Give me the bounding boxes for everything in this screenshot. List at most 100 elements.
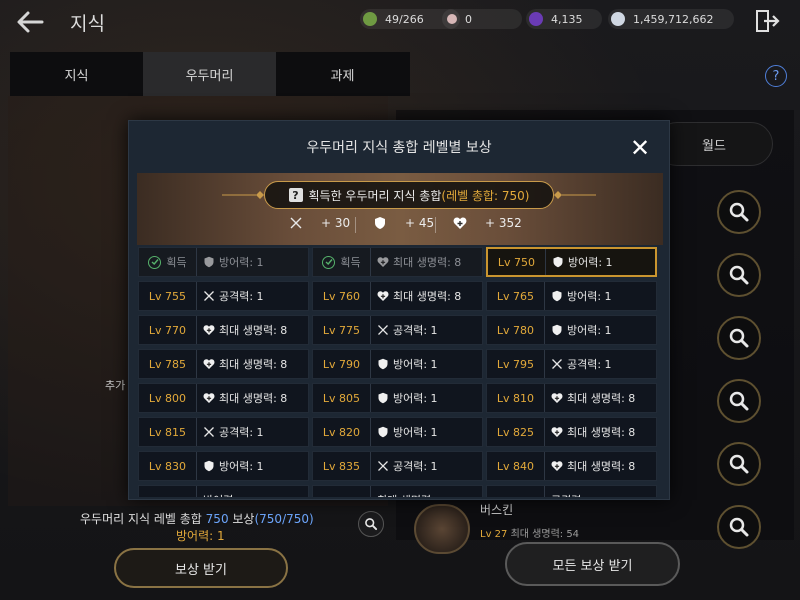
reward-cell[interactable]: Lv 840 최대 생명력: 8 <box>486 451 657 481</box>
reward-cell[interactable]: Lv 835 공격력: 1 <box>312 451 483 481</box>
reward-stat: 방어력: 1 <box>197 254 264 270</box>
reward-stat: 최대 생명력: 8 <box>545 390 635 406</box>
reward-cell[interactable]: Lv 775 공격력: 1 <box>312 315 483 345</box>
boss-search-button-1[interactable] <box>717 190 761 234</box>
summary-banner: ? 획득한 우두머리 지식 총합 (레벨 총합: 750) + 30 + 45 … <box>137 173 663 245</box>
boss-search-button-6[interactable] <box>717 505 761 549</box>
reward-stat-text: 최대 생명력: 8 <box>219 358 288 371</box>
reward-stat-text: 최대 생명력: 8 <box>567 460 636 473</box>
boss-search-button-4[interactable] <box>717 379 761 423</box>
total-reward-search-button[interactable] <box>358 511 384 537</box>
reward-stat: 공격력: 1 <box>197 424 264 440</box>
claim-all-rewards-button[interactable]: 모든 보상 받기 <box>505 542 680 586</box>
summary-attack-value: + 30 <box>321 216 351 230</box>
reward-cell[interactable]: Lv 815 공격력: 1 <box>138 417 309 447</box>
reward-stat: 최대 생명력: 8 <box>197 390 287 406</box>
currency-3-icon <box>529 12 543 26</box>
search-icon <box>729 202 749 222</box>
reward-cell[interactable]: Lv 810 최대 생명력: 8 <box>486 383 657 413</box>
reward-stat: 공격력: 1 <box>545 356 612 372</box>
search-icon <box>729 517 749 537</box>
reward-level <box>487 486 545 497</box>
reward-cell[interactable]: Lv 770 최대 생명력: 8 <box>138 315 309 345</box>
tab-boss[interactable]: 우두머리 <box>143 52 276 96</box>
help-button[interactable]: ? <box>765 65 787 87</box>
sword-icon <box>289 216 303 230</box>
reward-level-text: Lv 775 <box>322 323 361 337</box>
reward-stat-text: 방어력: 1 <box>219 460 264 473</box>
reward-level: Lv 810 <box>487 384 545 412</box>
boss-search-button-3[interactable] <box>717 316 761 360</box>
reward-stat: 공격력: 1 <box>371 458 438 474</box>
reward-cell[interactable]: Lv 785 최대 생명력: 8 <box>138 349 309 379</box>
sword-icon <box>551 358 563 370</box>
reward-level: Lv 800 <box>139 384 197 412</box>
reward-cell[interactable]: Lv 790 방어력: 1 <box>312 349 483 379</box>
exit-icon[interactable] <box>754 8 780 34</box>
boss-stat: 최대 생명력: 54 <box>510 529 580 540</box>
shield-icon <box>551 290 563 302</box>
claim-reward-button[interactable]: 보상 받기 <box>114 548 288 588</box>
reward-stat-text: 최대 생명력: 8 <box>393 290 462 303</box>
close-icon[interactable]: ✕ <box>627 135 653 161</box>
tab-tasks[interactable]: 과제 <box>276 52 409 96</box>
boss-search-button-2[interactable] <box>717 253 761 297</box>
sword-icon <box>203 426 215 438</box>
reward-level-text: Lv 760 <box>322 289 361 303</box>
reward-stat: 공격력: 1 <box>371 322 438 338</box>
reward-stat: 최대 생명력: 8 <box>545 458 635 474</box>
reward-cell[interactable]: Lv 795 공격력: 1 <box>486 349 657 379</box>
reward-stat: 방어력: 1 <box>546 254 613 270</box>
reward-level: Lv 775 <box>313 316 371 344</box>
boss-level: Lv 27 <box>480 529 508 540</box>
reward-cell[interactable]: Lv 755 공격력: 1 <box>138 281 309 311</box>
reward-cell[interactable]: 획득 최대 생명력: 8 <box>312 247 483 277</box>
shield-icon <box>373 216 387 230</box>
top-bar: 지식 49/266 0 4,135 1,459,712,662 <box>0 0 800 44</box>
reward-cell[interactable]: Lv 750 방어력: 1 <box>486 247 657 277</box>
reward-stat-text: 최대 생명력: 8 <box>219 392 288 405</box>
summary-hp-value: + 352 <box>485 216 522 230</box>
reward-stat: 최대 생명력: 8 <box>197 322 287 338</box>
reward-cell[interactable]: Lv 805 방어력: 1 <box>312 383 483 413</box>
reward-cell[interactable]: Lv 780 방어력: 1 <box>486 315 657 345</box>
total-level-count: (750/750) <box>254 512 314 526</box>
reward-cell[interactable]: 최대 생명력 <box>312 485 483 497</box>
page-title: 지식 <box>70 13 105 35</box>
heart-icon <box>551 392 563 404</box>
currency-4-badge: 1,459,712,662 <box>608 9 734 29</box>
reward-cell[interactable]: 획득 방어력: 1 <box>138 247 309 277</box>
reward-stat-text: 방어력 <box>203 492 233 497</box>
checkmark-icon <box>148 255 162 269</box>
total-reward-stat: 방어력: 1 <box>176 529 225 543</box>
reward-level-text: Lv 765 <box>496 289 535 303</box>
reward-cell[interactable]: Lv 800 최대 생명력: 8 <box>138 383 309 413</box>
reward-cell[interactable]: 방어력 <box>138 485 309 497</box>
reward-stat-text: 공격력: 1 <box>219 290 264 303</box>
reward-grid: 획득 방어력: 1 획득 최대 생명력: 8 Lv 750 방어력: 1 Lv 755 공격력… <box>138 247 662 497</box>
shield-icon <box>203 256 215 268</box>
heart-icon <box>203 358 215 370</box>
reward-cell[interactable]: Lv 765 방어력: 1 <box>486 281 657 311</box>
reward-cell[interactable]: Lv 830 방어력: 1 <box>138 451 309 481</box>
shield-icon <box>377 392 389 404</box>
boss-search-button-5[interactable] <box>717 442 761 486</box>
back-arrow-icon[interactable] <box>14 6 46 38</box>
summary-defense-value: + 45 <box>405 216 435 230</box>
shield-icon <box>377 426 389 438</box>
currency-3-badge: 4,135 <box>526 9 602 29</box>
reward-claimed-label: 획득 <box>139 248 197 276</box>
summary-defense: + 45 <box>373 216 434 230</box>
world-filter-button[interactable]: 월드 <box>655 122 773 166</box>
reward-cell[interactable]: 공격력 <box>486 485 657 497</box>
reward-level: Lv 785 <box>139 350 197 378</box>
reward-cell[interactable]: Lv 825 최대 생명력: 8 <box>486 417 657 447</box>
reward-cell[interactable]: Lv 760 최대 생명력: 8 <box>312 281 483 311</box>
reward-stat-text: 공격력: 1 <box>393 460 438 473</box>
currency-2-badge: 0 <box>442 9 522 29</box>
reward-cell[interactable]: Lv 820 방어력: 1 <box>312 417 483 447</box>
checkmark-icon <box>322 255 336 269</box>
boss-info: Lv 27 최대 생명력: 54 <box>480 525 579 540</box>
summary-level-text: (레벨 총합: 750) <box>441 188 530 203</box>
tab-knowledge[interactable]: 지식 <box>10 52 143 96</box>
